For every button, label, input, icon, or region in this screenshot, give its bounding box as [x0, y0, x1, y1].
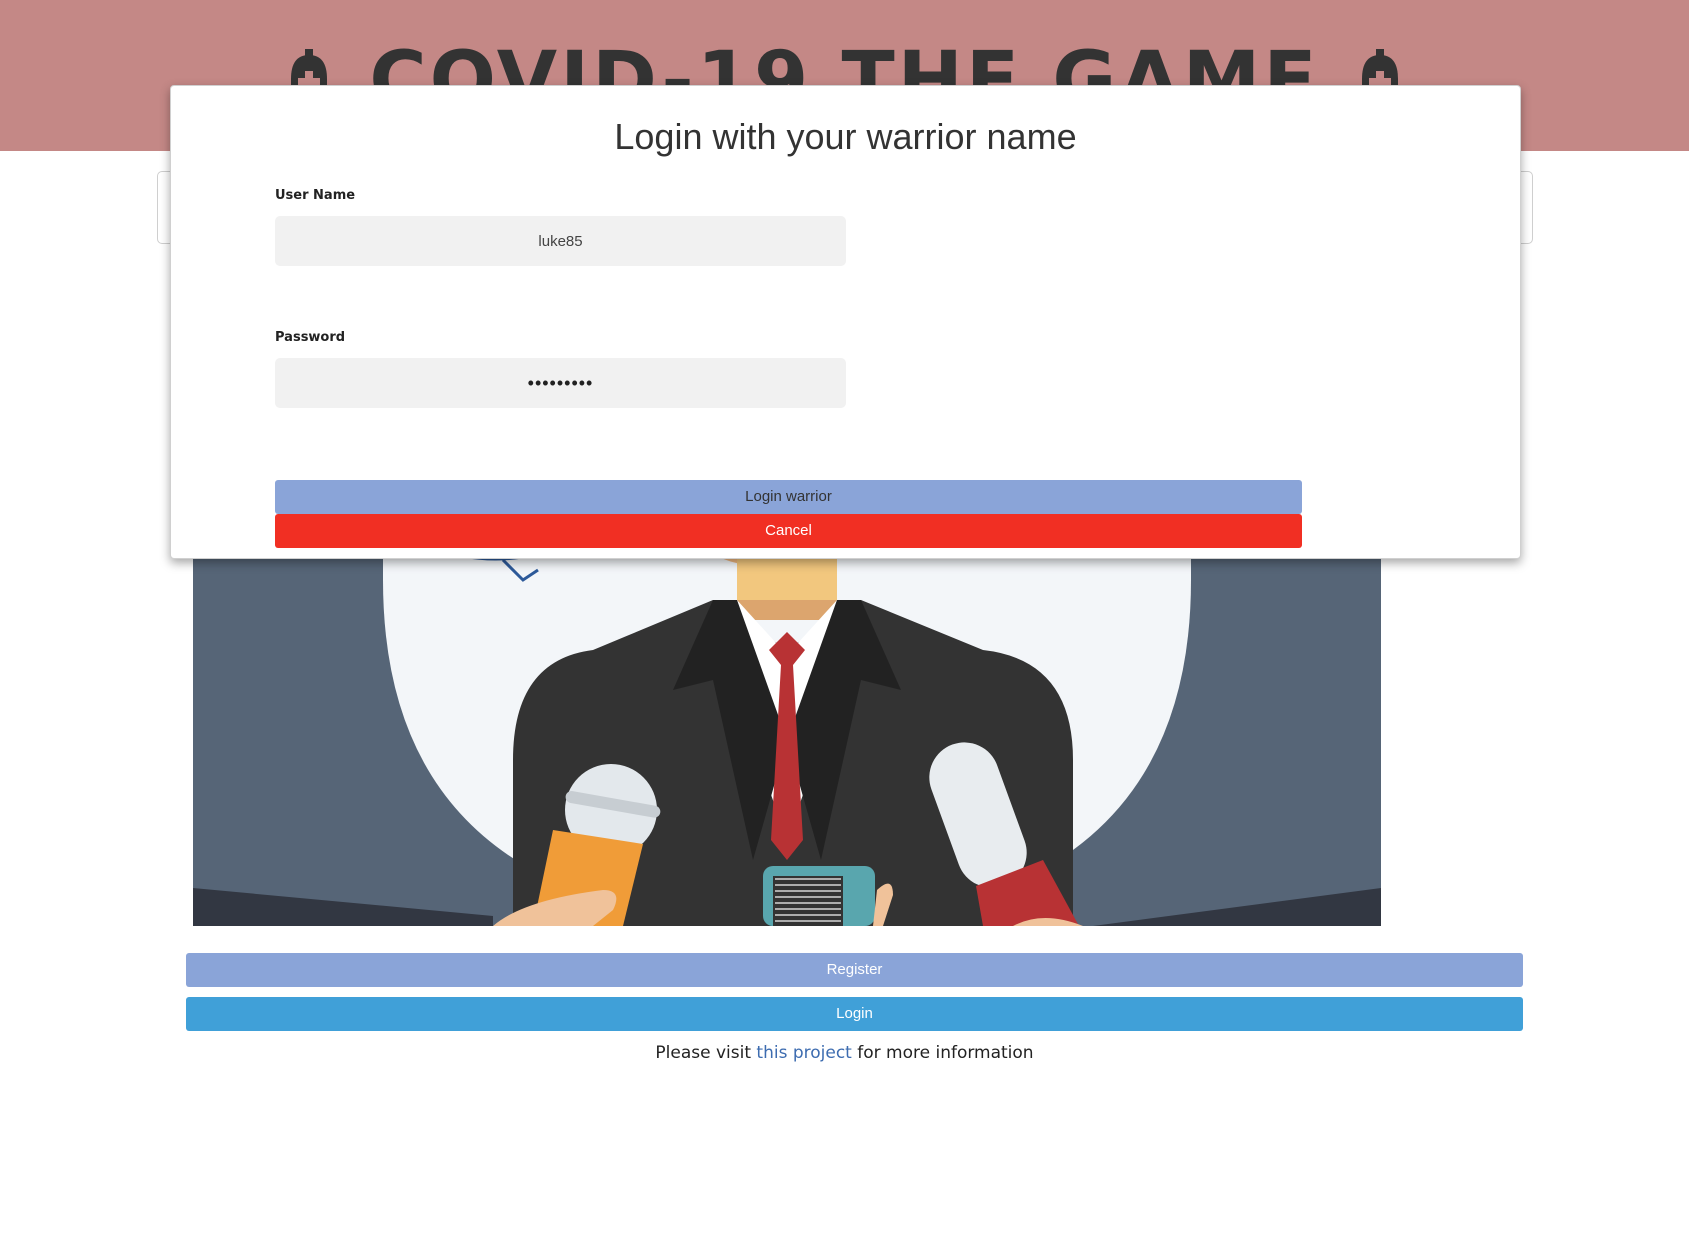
username-field[interactable]	[275, 216, 846, 266]
cancel-button[interactable]: Cancel	[275, 514, 1302, 548]
footer-prefix: Please visit	[655, 1043, 757, 1063]
password-field[interactable]	[275, 358, 846, 408]
modal-title: Login with your warrior name	[614, 116, 1077, 157]
project-link[interactable]: this project	[756, 1043, 851, 1063]
footer-info: Please visit this project for more infor…	[0, 1043, 1689, 1063]
login-button[interactable]: Login	[186, 997, 1523, 1031]
login-modal: Login with your warrior name User Name P…	[170, 85, 1521, 559]
register-button[interactable]: Register	[186, 953, 1523, 987]
footer-suffix: for more information	[851, 1043, 1034, 1063]
login-warrior-button[interactable]: Login warrior	[275, 480, 1302, 514]
username-label: User Name	[275, 188, 356, 203]
press-conference-illustration	[193, 540, 1381, 926]
password-label: Password	[275, 330, 346, 345]
speaker-image	[193, 540, 1381, 926]
